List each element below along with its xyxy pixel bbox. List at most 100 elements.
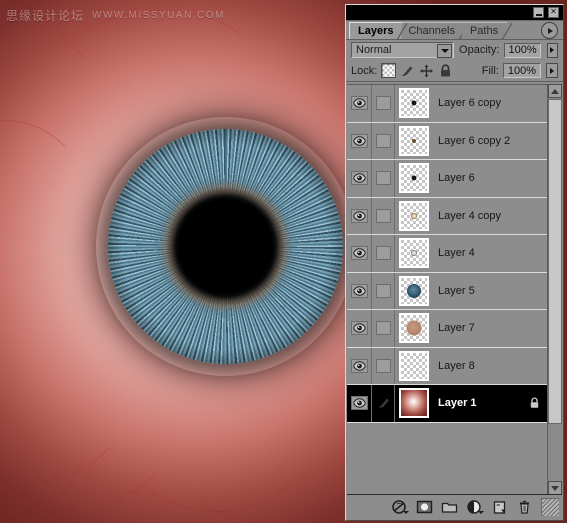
link-box-icon — [375, 246, 391, 261]
layer-thumbnail[interactable] — [399, 238, 429, 269]
watermark-cn: 思缘设计论坛 — [6, 9, 85, 23]
layer-row[interactable]: Layer 8 — [347, 347, 548, 385]
layer-name-label: Layer 5 — [438, 284, 475, 297]
layer-name-label: Layer 8 — [438, 359, 475, 372]
layer-link-toggle[interactable] — [372, 197, 395, 234]
layer-thumbnail[interactable] — [399, 275, 429, 306]
eye-icon — [350, 208, 368, 223]
lock-transparent-pixels-button[interactable] — [381, 63, 397, 78]
new-layer-button[interactable] — [487, 496, 511, 518]
eye-icon — [350, 171, 368, 186]
layer-thumbnail[interactable] — [399, 88, 429, 119]
lock-row: Lock: Fill: 100% — [346, 60, 563, 82]
tab-layers[interactable]: Layers — [349, 22, 408, 40]
layer-thumbnail[interactable] — [399, 388, 429, 419]
new-adjustment-layer-button[interactable] — [462, 496, 486, 518]
link-box-icon — [375, 321, 391, 336]
eye-icon — [350, 396, 368, 411]
opacity-input[interactable]: 100% — [504, 42, 541, 58]
delete-layer-button[interactable] — [512, 496, 536, 518]
fill-input[interactable]: 100% — [502, 63, 541, 78]
lock-label: Lock: — [351, 64, 378, 77]
layer-name-label: Layer 6 — [438, 172, 475, 185]
blend-opacity-row: Normal Opacity: 100% — [346, 40, 563, 60]
layer-name-label: Layer 4 — [438, 247, 475, 260]
chevron-down-icon[interactable] — [437, 44, 453, 58]
layer-link-toggle[interactable] — [372, 122, 395, 159]
layer-link-toggle[interactable] — [372, 235, 395, 272]
layer-link-toggle[interactable] — [372, 310, 395, 347]
close-button[interactable]: ✕ — [548, 7, 559, 18]
scroll-up-button[interactable] — [548, 84, 562, 98]
layer-visibility-toggle[interactable] — [347, 160, 372, 197]
layer-thumbnail[interactable] — [399, 350, 429, 381]
panel-footer-toolbar — [347, 494, 562, 519]
opacity-slider-button[interactable] — [546, 42, 558, 58]
link-box-icon — [375, 283, 391, 298]
layer-row[interactable]: Layer 4 — [347, 235, 548, 273]
layer-visibility-toggle[interactable] — [347, 310, 372, 347]
layer-link-toggle[interactable] — [372, 385, 395, 422]
layer-row[interactable]: Layer 6 — [347, 160, 548, 198]
watermark: 思缘设计论坛 WWW.MISSYUAN.COM — [6, 8, 225, 23]
new-group-button[interactable] — [437, 496, 461, 518]
eye-icon — [350, 358, 368, 373]
layer-row[interactable]: Layer 5 — [347, 272, 548, 310]
minimize-button[interactable] — [533, 7, 544, 18]
panel-titlebar[interactable]: ✕ — [346, 5, 563, 21]
scroll-down-button[interactable] — [548, 481, 562, 495]
tab-channels-label: Channels — [408, 25, 455, 37]
link-box-icon — [375, 171, 391, 186]
tab-paths[interactable]: Paths — [461, 22, 513, 40]
brush-icon — [376, 396, 391, 410]
layer-visibility-toggle[interactable] — [347, 197, 372, 234]
layer-thumbnail[interactable] — [399, 125, 429, 156]
layer-link-toggle[interactable] — [372, 160, 395, 197]
layer-visibility-toggle[interactable] — [347, 272, 372, 309]
layer-visibility-toggle[interactable] — [347, 385, 372, 422]
link-box-icon — [375, 96, 391, 111]
scrollbar-thumb[interactable] — [548, 99, 562, 424]
layer-row[interactable]: Layer 1 — [347, 385, 548, 423]
lock-icon — [529, 397, 540, 409]
tab-separator-icon — [502, 23, 513, 40]
arrow-down-icon — [551, 485, 559, 491]
layer-link-toggle[interactable] — [372, 272, 395, 309]
layer-link-toggle[interactable] — [372, 347, 395, 384]
layer-link-toggle[interactable] — [372, 85, 395, 122]
eye-icon — [350, 246, 368, 261]
layer-thumbnail[interactable] — [399, 163, 429, 194]
lock-image-pixels-button[interactable] — [400, 63, 415, 78]
tab-separator-icon — [397, 23, 408, 40]
link-box-icon — [375, 358, 391, 373]
layer-row[interactable]: Layer 7 — [347, 310, 548, 348]
layer-thumbnail[interactable] — [399, 313, 429, 344]
layer-visibility-toggle[interactable] — [347, 347, 372, 384]
layer-row[interactable]: Layer 6 copy 2 — [347, 122, 548, 160]
layer-list-scrollbar[interactable] — [547, 84, 562, 495]
add-layer-mask-button[interactable] — [412, 496, 436, 518]
layer-list: Layer 6 copy Layer 6 copy 2 Layer 6 Layer 4… — [347, 84, 548, 495]
layers-panel: ✕ Layers Channels Paths Normal Opacity: … — [345, 4, 564, 521]
watermark-en: WWW.MISSYUAN.COM — [92, 10, 225, 21]
panel-resize-grip[interactable] — [541, 498, 559, 516]
lock-all-button[interactable] — [438, 63, 453, 78]
layer-row[interactable]: Layer 4 copy — [347, 197, 548, 235]
eye-icon — [350, 321, 368, 336]
layer-name-label: Layer 7 — [438, 322, 475, 335]
layer-visibility-toggle[interactable] — [347, 85, 372, 122]
fill-slider-button[interactable] — [546, 63, 558, 78]
panel-menu-button[interactable] — [541, 22, 558, 39]
minimize-icon — [535, 13, 542, 16]
eye-icon — [350, 96, 368, 111]
layer-visibility-toggle[interactable] — [347, 122, 372, 159]
blend-mode-select[interactable]: Normal — [351, 42, 455, 58]
chevron-down-icon — [403, 511, 409, 514]
layer-visibility-toggle[interactable] — [347, 235, 372, 272]
lock-position-button[interactable] — [419, 63, 434, 78]
tab-channels[interactable]: Channels — [400, 22, 469, 40]
layer-thumbnail[interactable] — [399, 200, 429, 231]
link-layers-button[interactable] — [387, 496, 411, 518]
layer-row[interactable]: Layer 6 copy — [347, 85, 548, 123]
layer-name-label: Layer 6 copy 2 — [438, 134, 511, 147]
